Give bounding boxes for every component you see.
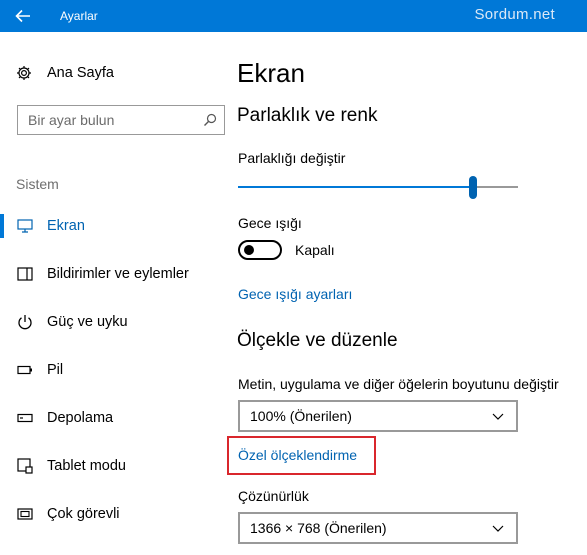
back-button[interactable] bbox=[0, 0, 46, 32]
scale-value: 100% (Önerilen) bbox=[250, 408, 352, 424]
notification-icon bbox=[16, 265, 34, 283]
multitask-icon bbox=[16, 505, 34, 523]
sidebar-item-label: Güç ve uyku bbox=[47, 314, 128, 330]
sidebar-nav: Ekran Bildirimler ve eylemler Güç ve uyk… bbox=[0, 202, 232, 538]
battery-icon bbox=[16, 361, 34, 379]
page-title: Ekran bbox=[237, 58, 305, 88]
search-placeholder: Bir ayar bulun bbox=[28, 112, 115, 128]
sidebar-item-power[interactable]: Güç ve uyku bbox=[0, 298, 232, 346]
sidebar-item-display[interactable]: Ekran bbox=[0, 202, 232, 250]
sidebar-item-storage[interactable]: Depolama bbox=[0, 394, 232, 442]
scale-label: Metin, uygulama ve diğer öğelerin boyutu… bbox=[238, 376, 559, 392]
sidebar: Ana Sayfa Bir ayar bulun Sistem Ekran Bi… bbox=[0, 32, 232, 555]
slider-thumb[interactable] bbox=[469, 176, 478, 199]
home-link[interactable]: Ana Sayfa bbox=[16, 65, 114, 81]
slider-fill bbox=[238, 186, 474, 188]
section-title-brightness: Parlaklık ve renk bbox=[237, 105, 378, 126]
tablet-icon bbox=[16, 457, 34, 475]
scale-dropdown[interactable]: 100% (Önerilen) bbox=[238, 400, 518, 432]
sidebar-item-label: Bildirimler ve eylemler bbox=[47, 266, 189, 282]
sidebar-item-label: Pil bbox=[47, 362, 64, 378]
brightness-slider[interactable] bbox=[238, 176, 518, 200]
resolution-label: Çözünürlük bbox=[238, 488, 309, 504]
sidebar-item-label: Çok görevli bbox=[47, 506, 120, 522]
brightness-label: Parlaklığı değiştir bbox=[238, 150, 346, 166]
search-input[interactable]: Bir ayar bulun bbox=[17, 105, 225, 135]
night-light-label: Gece ışığı bbox=[238, 215, 302, 231]
sidebar-item-label: Depolama bbox=[47, 410, 114, 426]
gear-icon bbox=[17, 66, 31, 80]
arrow-left-icon bbox=[15, 9, 30, 23]
chevron-down-icon bbox=[480, 514, 516, 542]
sidebar-item-label: Ekran bbox=[47, 218, 85, 234]
monitor-icon bbox=[16, 217, 34, 235]
night-light-toggle[interactable] bbox=[238, 240, 282, 260]
sidebar-item-tablet-mode[interactable]: Tablet modu bbox=[0, 442, 232, 490]
toggle-knob bbox=[244, 245, 254, 255]
window-title: Ayarlar bbox=[60, 9, 98, 23]
sidebar-item-multitasking[interactable]: Çok görevli bbox=[0, 490, 232, 538]
sidebar-item-label: Tablet modu bbox=[47, 458, 126, 474]
storage-icon bbox=[16, 409, 34, 427]
night-light-settings-link[interactable]: Gece ışığı ayarları bbox=[238, 286, 352, 302]
resolution-value: 1366 × 768 (Önerilen) bbox=[250, 520, 387, 536]
chevron-down-icon bbox=[480, 402, 516, 430]
main-content: Ekran Parlaklık ve renk Parlaklığı değiş… bbox=[227, 32, 587, 555]
home-label: Ana Sayfa bbox=[47, 65, 114, 81]
section-label-system: Sistem bbox=[16, 176, 59, 192]
section-title-scale: Ölçekle ve düzenle bbox=[237, 330, 398, 351]
search-icon[interactable] bbox=[196, 106, 224, 134]
resolution-dropdown[interactable]: 1366 × 768 (Önerilen) bbox=[238, 512, 518, 544]
sidebar-item-battery[interactable]: Pil bbox=[0, 346, 232, 394]
title-bar: Ayarlar Sordum.net bbox=[0, 0, 587, 32]
watermark: Sordum.net bbox=[474, 6, 555, 23]
toggle-state-label: Kapalı bbox=[295, 242, 335, 258]
power-icon bbox=[16, 313, 34, 331]
sidebar-item-notifications[interactable]: Bildirimler ve eylemler bbox=[0, 250, 232, 298]
custom-scaling-link[interactable]: Özel ölçeklendirme bbox=[238, 447, 357, 463]
night-light-toggle-row: Kapalı bbox=[238, 240, 335, 260]
